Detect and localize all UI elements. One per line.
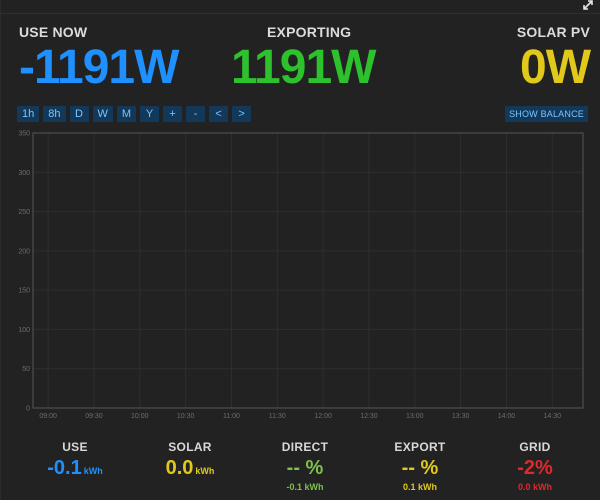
y-tick-label: 200: [18, 248, 30, 255]
summary-grid-value: -2%: [517, 457, 553, 479]
range-year-button[interactable]: Y: [140, 106, 160, 122]
summary-use: USE -0.1 kWh: [20, 440, 130, 480]
summary-export-sub: 0.1 kWh: [402, 482, 437, 492]
x-tick-label: 12:30: [360, 413, 378, 420]
summary-use-label: USE: [62, 440, 88, 454]
solar-pv-label: SOLAR PV: [516, 24, 590, 40]
summary-export-value: -- %: [401, 457, 439, 479]
use-now-stat: USE NOW -1191W: [19, 24, 179, 94]
summary-direct-sub: -0.1 kWh: [286, 482, 324, 492]
x-tick-label: 13:00: [406, 413, 424, 420]
summary-use-value: -0.1: [47, 457, 82, 479]
x-tick-label: 09:30: [85, 413, 103, 420]
summary-direct-label: DIRECT: [281, 440, 329, 454]
zoom-in-button[interactable]: +: [163, 106, 183, 122]
summary-grid-label: GRID: [519, 440, 551, 454]
x-tick-label: 12:00: [314, 413, 332, 420]
summary-solar-unit: kWh: [195, 466, 215, 476]
summary-export: EXPORT -- % 0.1 kWh: [365, 440, 475, 492]
range-8h-button[interactable]: 8h: [43, 106, 66, 122]
x-tick-label: 14:00: [498, 413, 516, 420]
y-tick-label: 50: [22, 366, 30, 373]
x-tick-label: 10:30: [177, 413, 195, 420]
energy-summary: USE -0.1 kWh SOLAR 0.0 kWh DIRECT -- % -0.…: [1, 440, 600, 500]
top-bar: [1, 0, 600, 14]
use-now-label: USE NOW: [19, 24, 88, 40]
pan-right-button[interactable]: >: [232, 106, 252, 122]
power-dashboard: USE NOW -1191W EXPORTING 1191W SOLAR PV …: [0, 0, 600, 500]
summary-solar-value: 0.0: [165, 457, 194, 479]
exporting-label: EXPORTING: [267, 24, 352, 40]
summary-direct: DIRECT -- % -0.1 kWh: [250, 440, 360, 492]
range-day-button[interactable]: D: [69, 106, 89, 122]
x-tick-label: 09:00: [39, 413, 57, 420]
summary-grid: GRID -2% 0.0 kWh: [480, 440, 590, 492]
solar-pv-value: 0W: [520, 41, 591, 94]
pan-left-button[interactable]: <: [209, 106, 229, 122]
range-1h-button[interactable]: 1h: [17, 106, 40, 122]
summary-solar: SOLAR 0.0 kWh: [135, 440, 245, 480]
y-tick-label: 100: [18, 327, 30, 334]
show-balance-button[interactable]: SHOW BALANCE: [505, 106, 588, 122]
summary-use-unit: kWh: [83, 466, 103, 476]
range-week-button[interactable]: W: [92, 106, 113, 122]
y-tick-label: 0: [26, 406, 30, 413]
summary-direct-value: -- %: [286, 457, 324, 479]
y-tick-label: 300: [18, 170, 30, 177]
range-month-button[interactable]: M: [116, 106, 137, 122]
time-range-toolbar: 1h 8h D W M Y + - < >: [17, 106, 252, 122]
y-tick-label: 250: [18, 209, 30, 216]
summary-solar-value-row: 0.0 kWh: [135, 457, 245, 480]
x-tick-label: 13:30: [452, 413, 470, 420]
x-tick-label: 11:00: [223, 413, 240, 420]
x-tick-label: 11:30: [269, 413, 286, 420]
exporting-value: 1191W: [231, 41, 376, 94]
plot-area: [33, 133, 583, 408]
y-tick-label: 150: [18, 288, 30, 295]
summary-export-label: EXPORT: [394, 440, 446, 454]
summary-grid-sub: 0.0 kWh: [517, 482, 552, 492]
x-tick-label: 10:00: [131, 413, 149, 420]
summary-use-value-row: -0.1 kWh: [20, 457, 130, 480]
solar-pv-stat: SOLAR PV 0W: [516, 24, 591, 94]
x-tick-label: 14:30: [544, 413, 562, 420]
exporting-stat: EXPORTING 1191W: [231, 24, 376, 94]
use-now-value: -1191W: [19, 41, 179, 94]
y-tick-label: 350: [18, 131, 30, 138]
power-chart-svg: 0 50 100 150 200 250 300 350 09:00 09:30 10:00 10:3…: [18, 131, 584, 420]
expand-icon[interactable]: [581, 0, 595, 12]
summary-solar-label: SOLAR: [168, 440, 212, 454]
zoom-out-button[interactable]: -: [186, 106, 206, 122]
power-chart: 0 50 100 150 200 250 300 350 09:00 09:30 10:00 10:3…: [1, 124, 600, 424]
